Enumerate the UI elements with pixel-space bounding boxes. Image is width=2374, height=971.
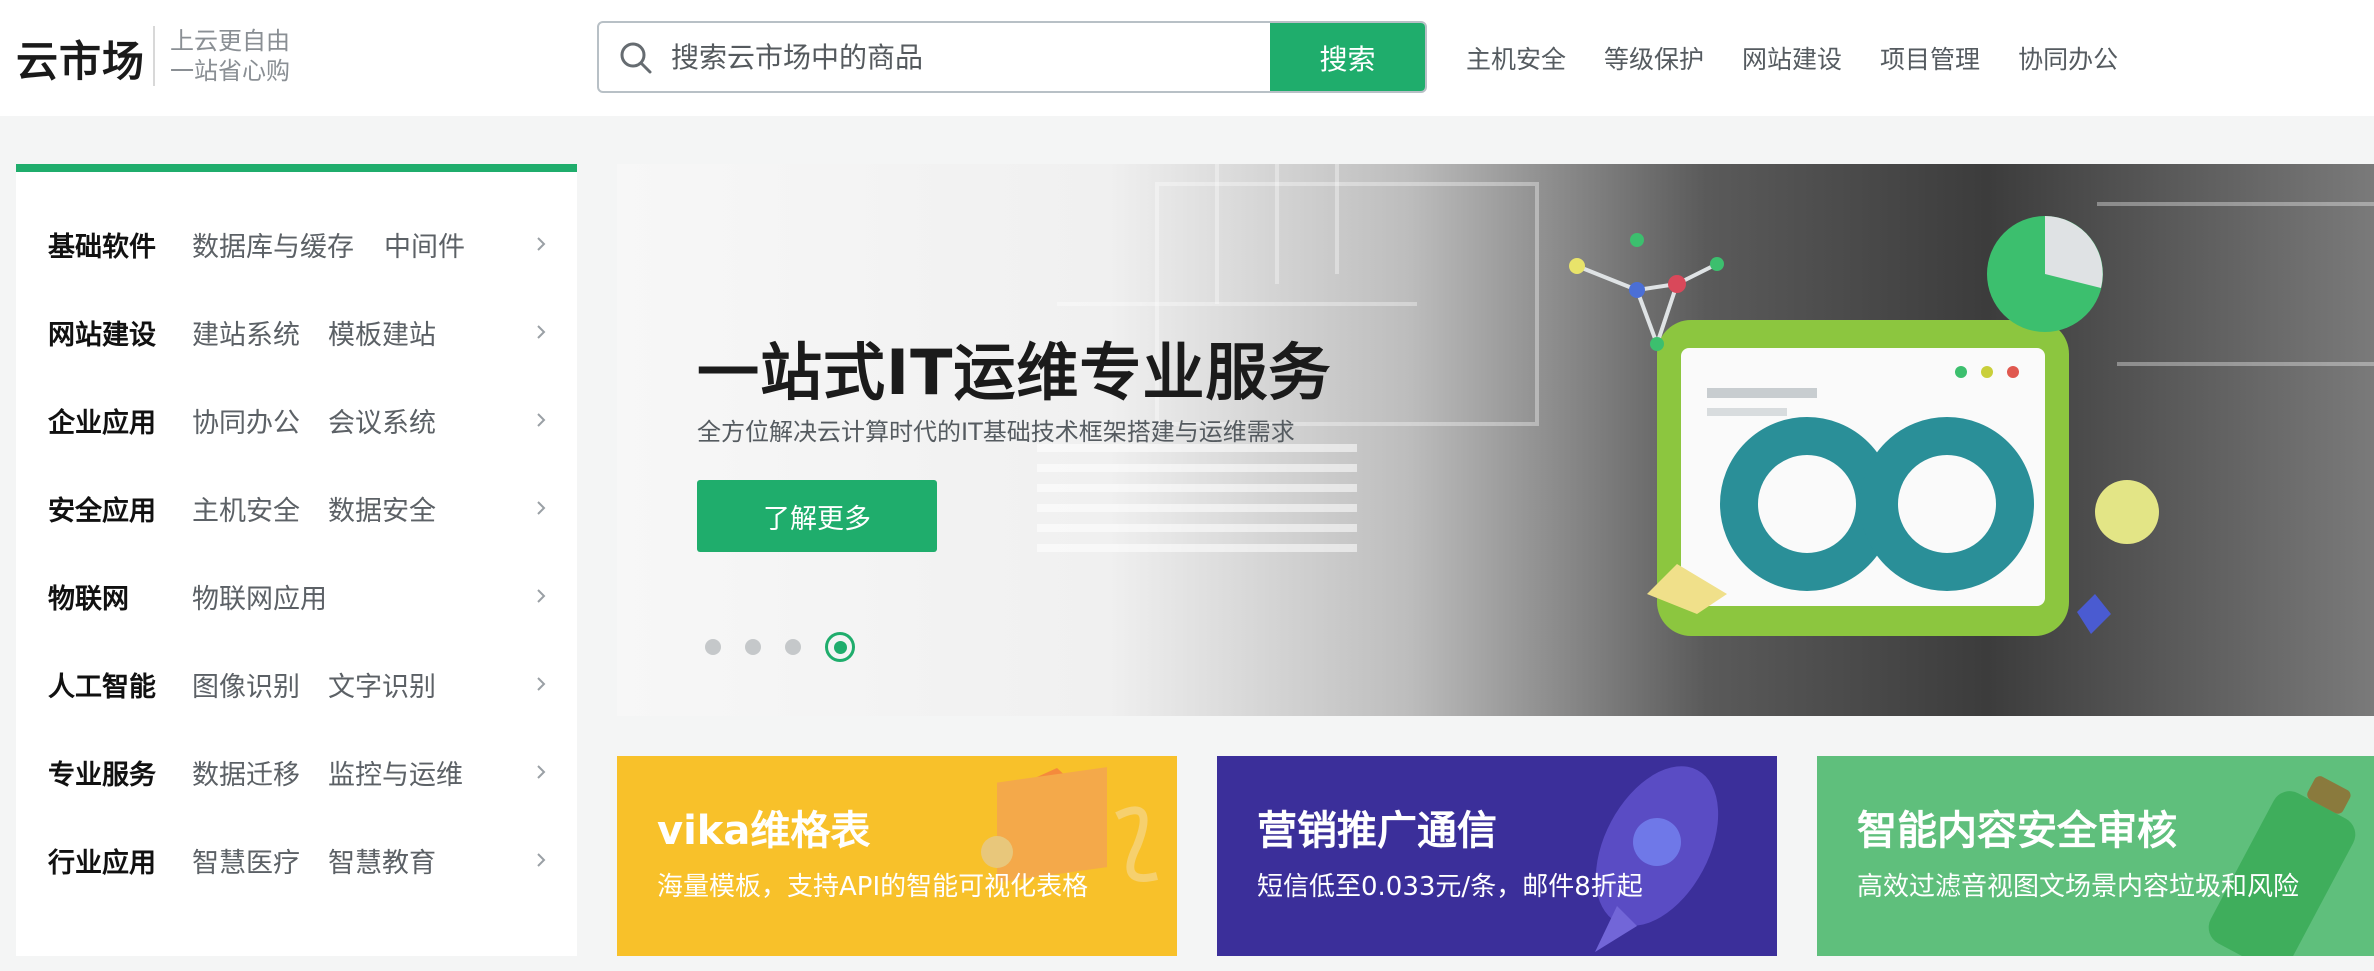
carousel-dot[interactable] <box>705 639 721 655</box>
battery-decoration <box>2208 776 2356 956</box>
category-link[interactable]: 建站系统 <box>192 313 300 352</box>
top-nav-link[interactable]: 主机安全 <box>1466 40 1566 76</box>
carousel-dot-active[interactable] <box>825 632 855 662</box>
slogan-line-2: 一站省心购 <box>170 57 290 85</box>
top-nav-link[interactable]: 网站建设 <box>1742 40 1842 76</box>
slogan-line-1: 上云更自由 <box>170 27 290 55</box>
search-icon <box>620 42 652 74</box>
category-row[interactable]: 人工智能 图像识别 文字识别 <box>16 640 577 728</box>
search-button[interactable]: 搜索 <box>1270 23 1425 91</box>
search-input[interactable] <box>671 23 1251 91</box>
promo-title: vika维格表 <box>657 808 871 854</box>
cube-decoration <box>981 767 1158 883</box>
category-title: 安全应用 <box>48 495 156 527</box>
hero-banner[interactable]: 一站式IT运维专业服务 全方位解决云计算时代的IT基础技术框架搭建与运维需求 了… <box>617 164 2374 716</box>
chevron-right-icon <box>537 765 546 779</box>
category-title: 基础软件 <box>48 231 156 263</box>
promo-description: 高效过滤音视图文场景内容垃圾和风险 <box>1857 872 2300 902</box>
category-link[interactable]: 图像识别 <box>192 665 300 704</box>
category-title: 专业服务 <box>48 759 156 791</box>
chevron-right-icon <box>537 677 546 691</box>
chevron-right-icon <box>537 501 546 515</box>
site-logo[interactable]: 云市场 <box>16 28 145 89</box>
promo-card-vika[interactable]: vika维格表 海量模板，支持API的智能可视化表格 <box>617 756 1177 956</box>
promo-description: 海量模板，支持API的智能可视化表格 <box>657 872 1089 902</box>
promo-title: 智能内容安全审核 <box>1857 808 2177 854</box>
learn-more-button[interactable]: 了解更多 <box>697 480 937 552</box>
top-nav-link[interactable]: 协同办公 <box>2018 40 2118 76</box>
rocket-icon <box>1595 766 1719 952</box>
promo-card-marketing[interactable]: 营销推广通信 短信低至0.033元/条，邮件8折起 <box>1217 756 1777 956</box>
promo-title: 营销推广通信 <box>1257 808 1497 854</box>
category-link[interactable]: 文字识别 <box>328 665 436 704</box>
promo-card-content-audit[interactable]: 智能内容安全审核 高效过滤音视图文场景内容垃圾和风险 <box>1817 756 2374 956</box>
top-nav-link[interactable]: 等级保护 <box>1604 40 1704 76</box>
category-row[interactable]: 企业应用 协同办公 会议系统 <box>16 376 577 464</box>
top-header: 云市场 上云更自由 一站省心购 搜索 主机安全 等级保护 网站建设 项目管理 协… <box>0 0 2374 116</box>
category-link[interactable]: 数据库与缓存 <box>192 225 354 264</box>
category-link[interactable]: 智慧教育 <box>328 841 436 880</box>
category-link[interactable]: 协同办公 <box>192 401 300 440</box>
category-link[interactable]: 模板建站 <box>328 313 436 352</box>
category-link[interactable]: 数据迁移 <box>192 753 300 792</box>
chevron-right-icon <box>537 325 546 339</box>
category-title: 人工智能 <box>48 671 156 703</box>
category-row[interactable]: 网站建设 建站系统 模板建站 <box>16 288 577 376</box>
banner-subtitle: 全方位解决云计算时代的IT基础技术框架搭建与运维需求 <box>697 418 1295 446</box>
category-title: 物联网 <box>48 583 129 615</box>
logo-divider <box>153 26 155 86</box>
category-link[interactable]: 数据安全 <box>328 489 436 528</box>
banner-title: 一站式IT运维专业服务 <box>697 336 1332 409</box>
category-link[interactable]: 监控与运维 <box>328 753 463 792</box>
category-link[interactable]: 物联网应用 <box>192 577 327 616</box>
category-row[interactable]: 安全应用 主机安全 数据安全 <box>16 464 577 552</box>
top-nav-link[interactable]: 项目管理 <box>1880 40 1980 76</box>
category-row[interactable]: 行业应用 智慧医疗 智慧教育 <box>16 816 577 904</box>
category-link[interactable]: 主机安全 <box>192 489 300 528</box>
category-menu: 基础软件 数据库与缓存 中间件 网站建设 建站系统 模板建站 企业应用 协同办公… <box>16 164 577 956</box>
category-row[interactable]: 专业服务 数据迁移 监控与运维 <box>16 728 577 816</box>
search-box: 搜索 <box>597 21 1427 93</box>
chevron-right-icon <box>537 237 546 251</box>
category-row[interactable]: 物联网 物联网应用 <box>16 552 577 640</box>
category-link[interactable]: 会议系统 <box>328 401 436 440</box>
chevron-right-icon <box>537 413 546 427</box>
category-title: 企业应用 <box>48 407 156 439</box>
category-link[interactable]: 中间件 <box>384 225 465 264</box>
carousel-indicators <box>705 632 855 662</box>
category-title: 行业应用 <box>48 847 156 879</box>
chevron-right-icon <box>537 589 546 603</box>
top-nav: 主机安全 等级保护 网站建设 项目管理 协同办公 <box>1466 40 2156 76</box>
promo-description: 短信低至0.033元/条，邮件8折起 <box>1257 872 1643 902</box>
category-link[interactable]: 智慧医疗 <box>192 841 300 880</box>
category-row[interactable]: 基础软件 数据库与缓存 中间件 <box>16 200 577 288</box>
slogan: 上云更自由 一站省心购 <box>170 26 290 86</box>
carousel-dot[interactable] <box>745 639 761 655</box>
category-title: 网站建设 <box>48 319 156 351</box>
carousel-dot[interactable] <box>785 639 801 655</box>
chevron-right-icon <box>537 853 546 867</box>
